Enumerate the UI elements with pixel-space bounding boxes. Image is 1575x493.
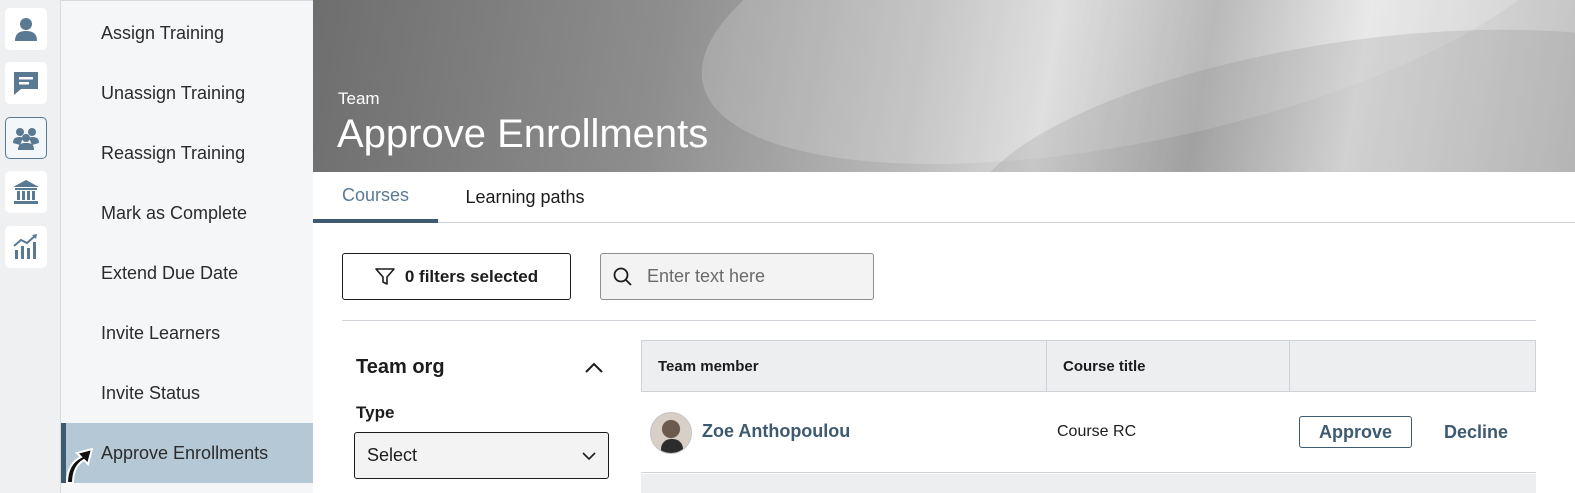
course-title-cell: Course RC [1057,423,1137,440]
institution-icon [13,180,39,204]
tab-learning-paths[interactable]: Learning paths [460,172,590,223]
menu-item-label: Assign Training [101,22,225,43]
tab-courses[interactable]: Courses [313,172,438,223]
type-select-value: Select [367,445,418,465]
table-row: Zoe Anthopoulou Course RC Approve Declin… [641,392,1536,473]
type-filter-label: Type [356,403,395,422]
table-header: Team member Course title [641,340,1536,392]
menu-item-approve-enrollments[interactable]: Approve Enrollments [61,423,313,483]
team-member-link[interactable]: Zoe Anthopoulou [702,421,850,442]
menu-item-label: Reassign Training [101,142,246,163]
menu-item-invite-learners[interactable]: Invite Learners [61,303,313,363]
chat-icon [14,72,38,95]
type-select[interactable]: Select [354,432,609,479]
team-icon [13,128,39,150]
mouse-cursor-icon [65,447,93,484]
avatar [650,412,692,454]
chevron-down-icon [582,451,596,460]
chevron-up-icon[interactable] [583,357,605,379]
menu-item-label: Invite Learners [101,322,221,343]
menu-item-label: Mark as Complete [101,202,248,223]
profile-nav-button[interactable] [5,8,47,50]
search-icon [613,267,632,286]
messages-nav-button[interactable] [5,62,47,104]
institution-nav-button[interactable] [5,171,47,213]
column-header-course-title: Course title [1047,341,1290,391]
tab-bar: Courses Learning paths [313,172,1575,223]
menu-item-assign-training[interactable]: Assign Training [61,3,313,63]
menu-item-label: Invite Status [101,382,201,403]
page-subtitle: Team [338,89,380,108]
filters-button-label: 0 filters selected [404,266,539,286]
user-icon [15,18,37,41]
menu-item-label: Extend Due Date [101,262,239,283]
table-row [641,474,1536,493]
enrollments-table: Team member Course title Zoe Anthopoulou… [641,340,1536,493]
page-banner: Team Approve Enrollments [313,0,1575,172]
toolbar-divider [342,320,1536,321]
analytics-icon [13,234,37,259]
column-header-team-member: Team member [642,341,1047,391]
team-nav-button[interactable] [5,117,47,159]
menu-item-invite-status[interactable]: Invite Status [61,363,313,423]
filters-button[interactable]: 0 filters selected [342,253,571,300]
page-title: Approve Enrollments [337,112,709,156]
approve-button[interactable]: Approve [1299,416,1412,448]
menu-item-extend-due-date[interactable]: Extend Due Date [61,243,313,303]
icon-rail [0,0,61,493]
filter-section-title: Team org [356,356,445,378]
menu-item-mark-complete[interactable]: Mark as Complete [61,183,313,243]
search-input[interactable] [647,266,857,287]
menu-item-unassign-training[interactable]: Unassign Training [61,63,313,123]
team-actions-menu: Assign Training Unassign Training Reassi… [61,0,313,493]
menu-item-label: Approve Enrollments [101,442,269,463]
menu-item-label: Unassign Training [101,82,246,103]
column-header-actions [1290,341,1535,391]
decline-button[interactable]: Decline [1436,416,1516,448]
analytics-nav-button[interactable] [5,226,47,268]
filter-icon [375,267,395,285]
search-box[interactable] [600,253,874,300]
menu-item-reassign-training[interactable]: Reassign Training [61,123,313,183]
